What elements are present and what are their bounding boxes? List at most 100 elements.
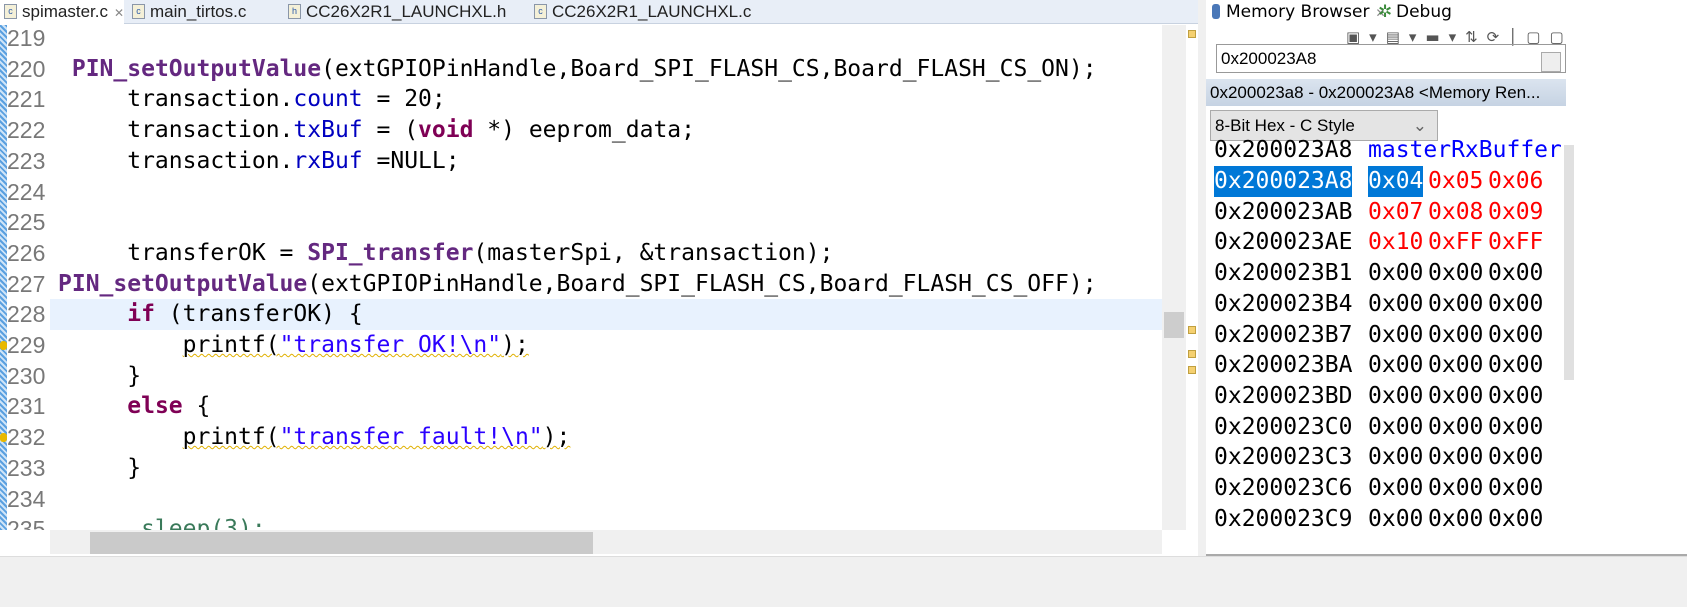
code-token: "transfer fault!\n" [279, 424, 543, 451]
line-number: 232 [7, 424, 46, 451]
code-line: 232 printf("transfer fault!\n"); [0, 422, 1162, 453]
close-icon[interactable]: ✕ [114, 6, 124, 20]
memory-byte[interactable]: 0x00 [1368, 289, 1423, 320]
editor-tab[interactable]: c CC26X2R1_LAUNCHXL.c [530, 0, 751, 24]
code-token: } [58, 362, 142, 389]
warning-icon[interactable] [0, 341, 7, 350]
memory-byte[interactable]: 0x00 [1428, 442, 1483, 473]
memory-byte[interactable]: 0x06 [1488, 166, 1543, 197]
memory-byte[interactable]: 0x00 [1488, 412, 1543, 443]
memory-byte[interactable]: 0x00 [1488, 473, 1543, 504]
memory-byte[interactable]: 0x00 [1488, 504, 1543, 535]
memory-byte[interactable]: 0x00 [1428, 258, 1483, 289]
memory-byte[interactable]: 0x00 [1368, 258, 1423, 289]
memory-address[interactable]: 0x200023C9 [1214, 504, 1352, 535]
line-number: 226 [7, 239, 46, 266]
code-line: 235 sleep(3); [0, 514, 1162, 530]
memory-byte[interactable]: 0x00 [1368, 412, 1423, 443]
memory-byte[interactable]: 0x00 [1488, 289, 1543, 320]
memory-address[interactable]: 0x200023C3 [1214, 442, 1352, 473]
memory-address[interactable]: 0x200023B1 [1214, 258, 1352, 289]
editor-tab[interactable]: h CC26X2R1_LAUNCHXL.h [284, 0, 506, 24]
memory-byte[interactable]: 0x05 [1428, 166, 1483, 197]
memory-browser-panel: Memory Browser ✕ ✲ Debug ▣▾▤▾▬▾⇅⟳│▢▢ 0x200… [1206, 0, 1687, 556]
memory-byte[interactable]: 0x00 [1368, 442, 1423, 473]
address-input[interactable]: 0x200023A8 [1216, 44, 1566, 73]
line-number: 222 [7, 117, 46, 144]
memory-byte[interactable]: 0x00 [1368, 381, 1423, 412]
horizontal-scroll-thumb[interactable] [90, 532, 593, 554]
code-line: 221 transaction.count = 20; [0, 84, 1162, 115]
memory-address[interactable]: 0x200023AB [1214, 197, 1352, 228]
memory-byte[interactable]: 0x00 [1368, 473, 1423, 504]
memory-byte[interactable]: 0x04 [1368, 166, 1424, 197]
memory-byte[interactable]: 0x09 [1488, 197, 1543, 228]
line-number: 225 [7, 209, 46, 236]
line-number: 227 [7, 270, 46, 297]
memory-address[interactable]: 0x200023B4 [1214, 289, 1352, 320]
memory-address[interactable]: 0x200023AE [1214, 227, 1352, 258]
memory-byte[interactable]: 0x00 [1428, 473, 1483, 504]
rendering-tab[interactable]: 0x200023a8 - 0x200023A8 <Memory Ren... [1206, 79, 1566, 106]
code-token: PIN_setOutputValue [58, 270, 308, 297]
overview-marker[interactable] [1188, 366, 1196, 374]
memory-byte[interactable]: 0x00 [1488, 258, 1543, 289]
memory-byte[interactable]: 0x00 [1488, 350, 1543, 381]
memory-address[interactable]: 0x200023C0 [1214, 412, 1352, 443]
memory-byte[interactable]: 0x08 [1428, 197, 1483, 228]
memory-byte[interactable]: 0x00 [1488, 320, 1543, 351]
memory-byte[interactable]: 0x00 [1368, 350, 1423, 381]
vertical-scrollbar[interactable] [1162, 25, 1186, 530]
code-token: transaction. [58, 147, 294, 174]
line-number: 219 [7, 25, 46, 51]
memory-byte[interactable]: 0x00 [1428, 381, 1483, 412]
code-token: txBuf [293, 117, 363, 144]
memory-address[interactable]: 0x200023BD [1214, 381, 1352, 412]
code-line: 233 } [0, 453, 1162, 484]
tab-memory-browser[interactable]: Memory Browser ✕ [1210, 0, 1386, 25]
go-button[interactable] [1541, 52, 1561, 72]
warning-icon[interactable] [0, 433, 7, 443]
line-number: 234 [7, 485, 46, 512]
memory-byte[interactable]: 0x00 [1428, 350, 1483, 381]
sash[interactable] [1198, 0, 1206, 607]
code-token: ); [501, 332, 529, 358]
h-file-icon: h [288, 4, 301, 19]
memory-scrollbar[interactable] [1564, 145, 1574, 380]
memory-byte[interactable]: 0x00 [1428, 320, 1483, 351]
memory-byte[interactable]: 0x10 [1368, 227, 1423, 258]
bug-icon: ✲ [1378, 2, 1393, 22]
code-editor[interactable]: 219 220 PIN_setOutputValue(extGPIOPinHand… [0, 25, 1162, 530]
editor-tab[interactable]: c spimaster.c ✕ [0, 0, 125, 24]
memory-byte[interactable]: 0x00 [1428, 289, 1483, 320]
vertical-scroll-thumb[interactable] [1164, 312, 1184, 338]
code-token: transaction. [58, 117, 294, 144]
overview-marker[interactable] [1188, 326, 1196, 334]
code-line: 219 [0, 25, 1162, 54]
overview-marker[interactable] [1188, 350, 1196, 358]
memory-byte[interactable]: 0x00 [1428, 504, 1483, 535]
memory-byte[interactable]: 0xFF [1488, 227, 1543, 258]
memory-address[interactable]: 0x200023C6 [1214, 473, 1352, 504]
code-line: 222 transaction.txBuf = (void *) eeprom_… [0, 115, 1162, 146]
memory-byte[interactable]: 0x00 [1488, 442, 1543, 473]
memory-address[interactable]: 0x200023A8 [1214, 166, 1353, 197]
memory-address[interactable]: 0x200023B7 [1214, 320, 1352, 351]
memory-byte[interactable]: 0xFF [1428, 227, 1483, 258]
memory-byte[interactable]: 0x00 [1428, 412, 1483, 443]
editor-tab[interactable]: c main_tirtos.c [128, 0, 246, 24]
tab-debug[interactable]: ✲ Debug [1378, 0, 1452, 24]
memory-byte[interactable]: 0x07 [1368, 197, 1423, 228]
code-line: 220 PIN_setOutputValue(extGPIOPinHandle,… [0, 54, 1162, 85]
code-token: if [127, 301, 155, 328]
code-token: transaction. [58, 86, 294, 113]
code-line: 227 PIN_setOutputValue(extGPIOPinHandle,B… [0, 269, 1162, 300]
code-token: else [127, 393, 183, 420]
memory-address[interactable]: 0x200023BA [1214, 350, 1352, 381]
memory-byte[interactable]: 0x00 [1488, 381, 1543, 412]
overview-marker[interactable] [1188, 30, 1196, 38]
code-token: =NULL; [362, 147, 460, 174]
memory-byte[interactable]: 0x00 [1368, 504, 1423, 535]
memory-byte[interactable]: 0x00 [1368, 320, 1423, 351]
